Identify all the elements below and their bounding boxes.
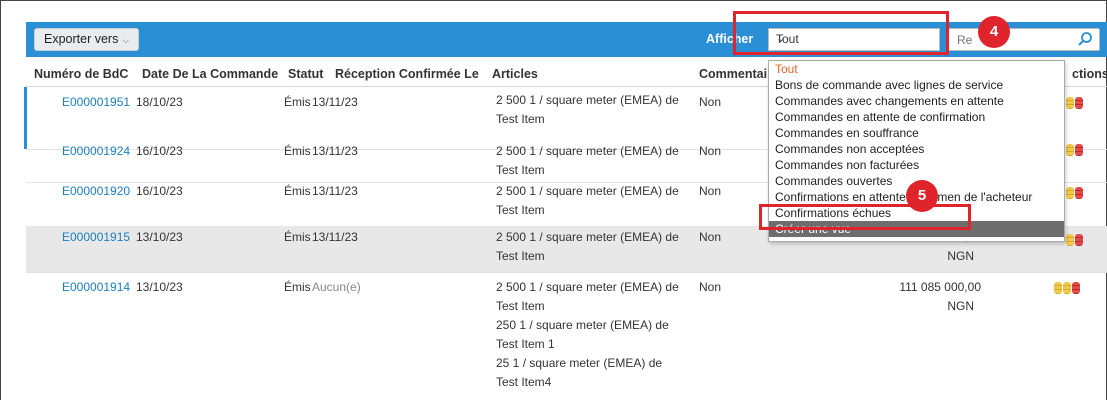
table-row[interactable]: E000001914 13/10/23 Émis Aucun(e) 2 500 … xyxy=(26,272,1107,401)
article-line: Test Item xyxy=(496,163,545,177)
step5-highlight xyxy=(759,204,971,230)
export-button[interactable]: Exporter vers ⌵ xyxy=(34,28,140,51)
status: Émis xyxy=(284,95,311,109)
actions-icon[interactable] xyxy=(1066,97,1084,111)
amount: 111 085 000,00 xyxy=(899,280,981,294)
actions-icon[interactable] xyxy=(1066,187,1084,201)
col-status[interactable]: Statut xyxy=(288,67,323,81)
step4-badge: 4 xyxy=(978,16,1010,48)
po-link[interactable]: E000001924 xyxy=(62,142,130,161)
received-date: 13/11/23 xyxy=(312,230,358,244)
search-icon[interactable] xyxy=(1077,31,1093,47)
status: Émis xyxy=(284,280,311,294)
article-line: Test Item xyxy=(496,299,545,313)
articles: 2 500 1 / square meter (EMEA) de Test Ite… xyxy=(496,91,706,129)
article-line: 2 500 1 / square meter (EMEA) de xyxy=(496,144,679,158)
status: Émis xyxy=(284,184,311,198)
po-link[interactable]: E000001915 xyxy=(62,228,130,247)
view-option-pending-confirmation[interactable]: Commandes en attente de confirmation xyxy=(769,109,1064,125)
actions-icon[interactable] xyxy=(1054,282,1081,296)
articles: 2 500 1 / square meter (EMEA) de Test Ite… xyxy=(496,142,706,180)
articles: 2 500 1 / square meter (EMEA) de Test Ite… xyxy=(496,228,706,266)
search-input[interactable] xyxy=(955,29,1069,50)
received-date: 13/11/23 xyxy=(312,184,358,198)
received-date: Aucun(e) xyxy=(312,280,361,294)
col-comments[interactable]: Commentai xyxy=(699,67,767,81)
articles: 2 500 1 / square meter (EMEA) de Test It… xyxy=(496,278,706,392)
order-date: 13/10/23 xyxy=(136,280,183,294)
col-po-number[interactable]: Numéro de BdC xyxy=(34,67,128,81)
po-link[interactable]: E000001920 xyxy=(62,182,130,201)
comment: Non xyxy=(699,144,722,158)
article-line: Test Item 1 xyxy=(496,337,555,351)
article-line: 25 1 / square meter (EMEA) de xyxy=(496,356,663,370)
article-line: Test Item4 xyxy=(496,375,552,389)
actions-icon[interactable] xyxy=(1066,144,1084,158)
col-actions[interactable]: ctions xyxy=(1072,67,1107,81)
article-line: Test Item xyxy=(496,203,545,217)
view-option-not-accepted[interactable]: Commandes non acceptées xyxy=(769,141,1064,157)
received-date: 13/11/23 xyxy=(312,95,358,109)
export-button-label: Exporter vers xyxy=(44,32,119,46)
col-received[interactable]: Réception Confirmée Le xyxy=(335,67,479,81)
step5-badge: 5 xyxy=(906,180,938,212)
view-option-not-invoiced[interactable]: Commandes non facturées xyxy=(769,157,1064,173)
po-link[interactable]: E000001914 xyxy=(62,278,130,297)
view-option-overdue[interactable]: Commandes en souffrance xyxy=(769,125,1064,141)
col-order-date[interactable]: Date De La Commande xyxy=(142,67,278,81)
comment: Non xyxy=(699,230,722,244)
article-line: 2 500 1 / square meter (EMEA) de xyxy=(496,230,679,244)
search-box[interactable] xyxy=(948,28,1100,51)
comment: Non xyxy=(699,95,722,109)
order-date: 13/10/23 xyxy=(136,230,183,244)
article-line: 250 1 / square meter (EMEA) de xyxy=(496,318,669,332)
comment: Non xyxy=(699,280,722,294)
article-line: 2 500 1 / square meter (EMEA) de xyxy=(496,93,679,107)
view-option-pending-changes[interactable]: Commandes avec changements en attente xyxy=(769,93,1064,109)
order-date: 18/10/23 xyxy=(136,95,183,109)
status: Émis xyxy=(284,144,311,158)
comment: Non xyxy=(699,184,722,198)
actions-icon[interactable] xyxy=(1066,234,1084,248)
received-date: 13/11/23 xyxy=(312,144,358,158)
view-option-all[interactable]: Tout xyxy=(769,61,1064,77)
order-date: 16/10/23 xyxy=(136,184,183,198)
article-line: 2 500 1 / square meter (EMEA) de xyxy=(496,280,679,294)
articles: 2 500 1 / square meter (EMEA) de Test Ite… xyxy=(496,182,706,220)
article-line: Test Item xyxy=(496,249,545,263)
po-link[interactable]: E000001951 xyxy=(62,93,130,112)
chevron-down-icon: ⌵ xyxy=(122,35,130,45)
status: Émis xyxy=(284,230,311,244)
article-line: 2 500 1 / square meter (EMEA) de xyxy=(496,184,679,198)
order-date: 16/10/23 xyxy=(136,144,183,158)
view-option-service-lines[interactable]: Bons de commande avec lignes de service xyxy=(769,77,1064,93)
article-line: Test Item xyxy=(496,112,545,126)
currency: NGN xyxy=(947,249,974,263)
step4-highlight xyxy=(733,11,949,55)
col-articles[interactable]: Articles xyxy=(492,67,538,81)
currency: NGN xyxy=(947,299,974,313)
